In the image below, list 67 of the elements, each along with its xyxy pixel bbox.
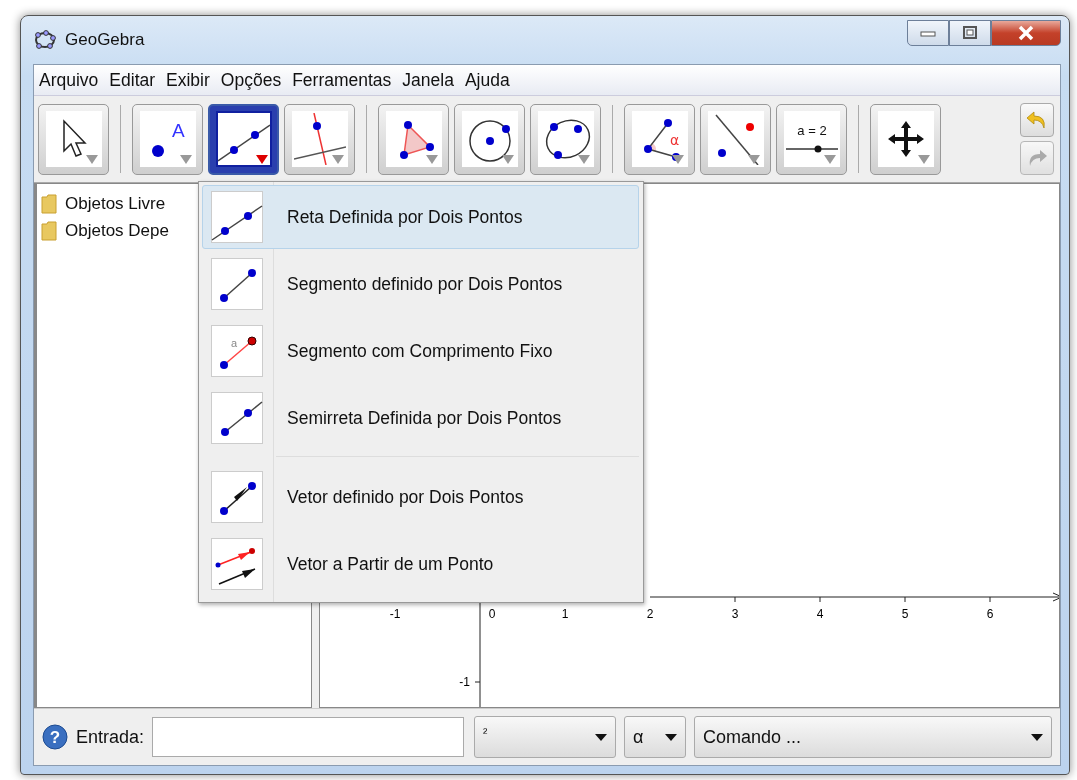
- folder-icon: [41, 220, 57, 241]
- input-label: Entrada:: [76, 726, 145, 748]
- tool-menu-item[interactable]: a Segmento com Comprimento Fixo: [202, 319, 639, 383]
- caret-icon: [671, 155, 684, 164]
- caret-icon: [425, 155, 438, 164]
- menu-item[interactable]: Arquivo: [39, 69, 99, 91]
- ellipse-points-icon: [33, 28, 57, 52]
- symbol-dropdown[interactable]: ²: [474, 716, 617, 758]
- tool-button[interactable]: A: [132, 103, 203, 175]
- caret-icon: [747, 155, 760, 164]
- axis-label: 4: [816, 607, 824, 621]
- tool-button[interactable]: α: [624, 103, 695, 175]
- axis-label: -1: [389, 607, 401, 621]
- greek-dropdown[interactable]: α: [624, 716, 687, 758]
- segment-icon: [211, 258, 263, 310]
- axis-label: 6: [986, 607, 994, 621]
- maximize-icon: [962, 26, 978, 40]
- tool-button[interactable]: [208, 103, 279, 175]
- tree-item[interactable]: Objetos Livre: [65, 193, 166, 214]
- maximize-button[interactable]: [949, 20, 991, 46]
- caret-icon: [85, 155, 98, 164]
- menu-item[interactable]: Opções: [220, 69, 282, 91]
- tool-button[interactable]: [530, 103, 601, 175]
- menu-item[interactable]: Janela: [402, 69, 454, 91]
- command-dropdown[interactable]: Comando ...: [694, 716, 1052, 758]
- axis-label: 5: [901, 607, 909, 621]
- perpendicular-lines-icon: [293, 113, 346, 165]
- undo-icon: [1026, 110, 1048, 130]
- tool-button[interactable]: [454, 103, 525, 175]
- tree-item[interactable]: Objetos Depe: [65, 220, 169, 241]
- tool-menu-item[interactable]: Semirreta Definida por Dois Pontos: [202, 386, 639, 450]
- menu-item[interactable]: Editar: [109, 69, 156, 91]
- tool-menu-item[interactable]: Reta Definida por Dois Pontos: [202, 185, 639, 249]
- tool-button[interactable]: a = 2: [776, 103, 847, 175]
- tool-button[interactable]: [378, 103, 449, 175]
- close-button[interactable]: [991, 20, 1061, 46]
- caret-icon: [255, 155, 268, 164]
- minimize-button[interactable]: [907, 20, 949, 46]
- tool-button[interactable]: [38, 103, 109, 175]
- segment-icon: a: [211, 325, 263, 377]
- window-title: GeoGebra: [65, 30, 145, 50]
- vector-icon: [211, 471, 263, 523]
- axis-label: -1: [459, 675, 470, 689]
- axis-label: 0: [488, 607, 496, 621]
- vector-icon: [211, 538, 263, 590]
- caret-icon: [917, 155, 930, 164]
- minimize-icon: [920, 29, 936, 37]
- caret-icon: [331, 155, 344, 164]
- tool-menu-item[interactable]: Segmento definido por Dois Pontos: [202, 252, 639, 316]
- caret-icon: [179, 155, 192, 164]
- caret-icon: [577, 155, 590, 164]
- menu-item[interactable]: Ajuda: [464, 69, 510, 91]
- axis-label: 3: [731, 607, 739, 621]
- menu-item[interactable]: Exibir: [166, 69, 210, 91]
- caret-icon: [823, 155, 836, 164]
- tool-button[interactable]: [700, 103, 771, 175]
- tool-menu-item[interactable]: Vetor definido por Dois Pontos: [202, 465, 639, 529]
- input-field[interactable]: [152, 717, 465, 757]
- close-icon: [1017, 25, 1035, 41]
- axis-label: 1: [561, 607, 569, 621]
- folder-icon: [41, 193, 57, 214]
- caret-icon: [501, 155, 514, 164]
- axis-label: 2: [646, 607, 654, 621]
- menu-item[interactable]: Ferramentas: [292, 69, 392, 91]
- tool-button[interactable]: [870, 103, 941, 175]
- help-icon[interactable]: ?: [42, 724, 68, 750]
- tool-menu-item[interactable]: Vetor a Partir de um Ponto: [202, 532, 639, 596]
